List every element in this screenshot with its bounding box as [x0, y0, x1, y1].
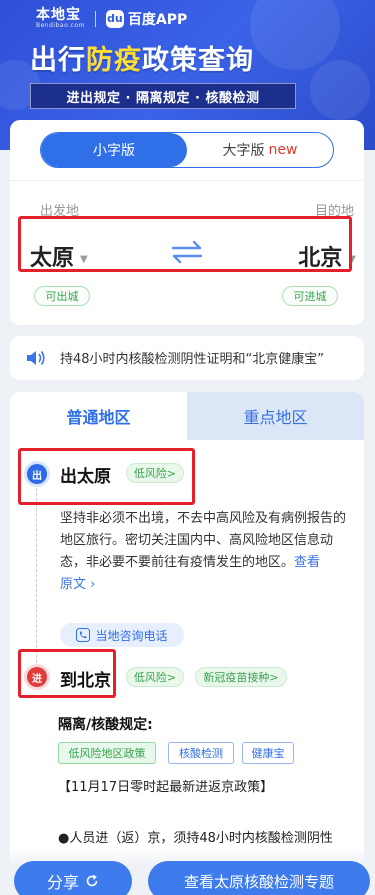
destination-status-badge: 可进城 — [282, 286, 338, 306]
policy-date-heading: 【11月17日零时起最新进返京政策】 — [58, 780, 274, 795]
departure-policy-text: 坚持非必须不出境，不去中高风险及有病例报告的地区旅行。密切关注国内中、高风险地区… — [60, 508, 350, 596]
large-font-button[interactable]: 大字版 new — [187, 133, 333, 167]
large-font-label: 大字版 — [222, 143, 265, 159]
policy-bullet-text: ●人员进（返）京，须持48小时内核酸检测阴性 — [58, 831, 333, 846]
bendibao-domain: Bendibao.com — [36, 22, 85, 29]
title-highlight: 防疫 — [86, 45, 142, 76]
brand-divider — [94, 10, 96, 27]
small-font-label: 小字版 — [93, 143, 135, 159]
page-subtitle: 进出规定 · 隔离规定 · 核酸检测 — [30, 83, 296, 109]
small-font-button[interactable]: 小字版 — [41, 133, 187, 167]
region-tabs: 普通地区 重点地区 — [10, 392, 364, 440]
tag-nucleic-test[interactable]: 核酸检测 — [168, 742, 234, 764]
notice-text: 持48小时内核酸检测阴性证明和“北京健康宝” — [60, 352, 325, 367]
divider — [10, 180, 364, 181]
bendibao-name: 本地宝 — [36, 7, 81, 23]
view-original-label: 原文 — [60, 577, 87, 592]
refresh-icon — [86, 874, 98, 887]
notice-card[interactable]: 持48小时内核酸检测阴性证明和“北京健康宝” — [10, 336, 364, 380]
origin-status-badge: 可出城 — [34, 286, 90, 306]
consult-phone-label: 当地咨询电话 — [95, 628, 168, 643]
phone-icon — [76, 628, 91, 642]
nucleic-topic-label: 查看太原核酸检测专题 — [183, 872, 334, 891]
highlight-box-route — [18, 216, 352, 272]
brand-row: 本地宝 Bendibao.com du 百度APP — [36, 8, 187, 29]
tab-normal-region[interactable]: 普通地区 — [10, 392, 187, 440]
arrival-risk-badge[interactable]: 低风险> — [126, 667, 184, 687]
page-title: 出行防疫政策查询 — [30, 38, 254, 77]
policy-card: 普通地区 重点地区 出 出太原 低风险> 坚持非必须不出境，不去中高风险及有病例… — [10, 392, 364, 895]
vaccine-badge[interactable]: 新冠疫苗接种> — [195, 667, 287, 687]
speaker-icon — [27, 351, 45, 365]
new-badge: new — [268, 142, 298, 158]
route-card: 小字版 大字版 new 出发地 目的地 太原 ▼ 北京 ▼ 可出城 可进城 — [10, 120, 364, 325]
tab-normal-label: 普通地区 — [66, 408, 131, 427]
tag-health-code[interactable]: 健康宝 — [242, 742, 294, 764]
baidu-paw-icon: du — [105, 9, 124, 28]
baidu-app-name: 百度APP — [127, 11, 188, 28]
title-part-2: 政策查询 — [142, 45, 254, 76]
tab-key-region[interactable]: 重点地区 — [187, 392, 364, 440]
consult-phone-button[interactable]: 当地咨询电话 — [60, 623, 184, 647]
font-size-toggle: 小字版 大字版 new — [40, 132, 334, 168]
bendibao-logo: 本地宝 Bendibao.com — [36, 8, 85, 29]
tab-key-label: 重点地区 — [243, 408, 308, 427]
view-original-link[interactable]: 原文 › — [60, 577, 95, 592]
highlight-box-arrival — [18, 649, 116, 698]
highlight-box-departure — [18, 448, 195, 505]
chevron-right-icon: › — [90, 577, 96, 592]
tag-low-risk-policy[interactable]: 低风险地区政策 — [58, 742, 156, 764]
virus-decoration — [250, 0, 340, 70]
virus-decoration — [310, 60, 370, 120]
rules-heading: 隔离/核酸规定: — [58, 717, 153, 733]
share-button[interactable]: 分享 — [14, 861, 132, 895]
nucleic-topic-button[interactable]: 查看太原核酸检测专题 — [148, 861, 370, 895]
view-link-see[interactable]: 查看 — [294, 555, 320, 570]
title-part-1: 出行 — [30, 45, 86, 76]
share-label: 分享 — [46, 873, 79, 892]
